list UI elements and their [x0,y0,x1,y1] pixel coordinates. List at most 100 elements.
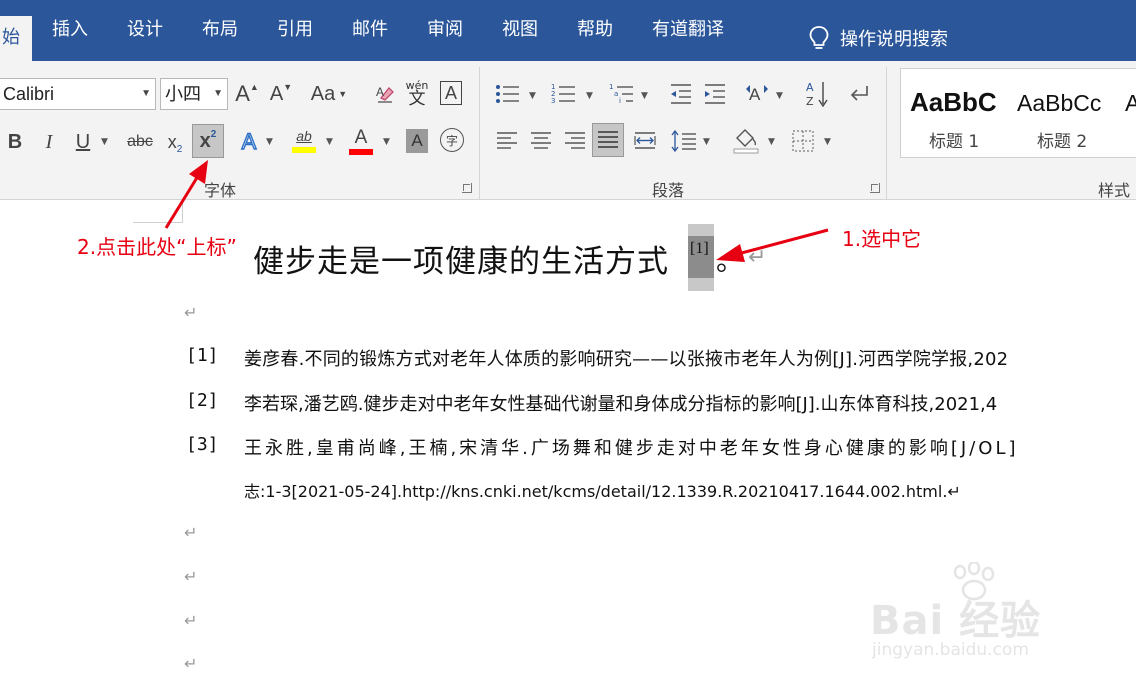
svg-text:3: 3 [551,97,555,105]
style-sample: AaBbC [910,87,997,117]
reference-text[interactable]: 李若琛,潘艺鸥.健步走对中老年女性基础代谢量和身体成分指标的影响[J].山东体育… [244,390,997,416]
tab-references[interactable]: 引用 [277,14,313,46]
subscript-icon: x [167,131,177,152]
grow-font-icon: A [235,81,250,106]
numbered-list-icon: 123 [551,83,575,105]
sort-button[interactable]: AZ [806,79,830,109]
group-label-paragraph: 段落 [652,181,685,200]
chevron-down-icon[interactable]: ▼ [768,137,775,147]
chevron-down-icon[interactable]: ▼ [641,91,648,101]
change-case-icon: Aa [310,82,336,105]
tab-view[interactable]: 视图 [502,14,538,46]
font-dialog-launcher-icon[interactable] [462,183,472,193]
paragraph-return-mark: ↵ [184,567,198,586]
chinese-layout-button[interactable]: A [744,81,770,107]
chevron-down-icon[interactable]: ▼ [266,137,273,147]
chevron-down-icon[interactable]: ▼ [101,137,108,147]
italic-icon: I [45,130,53,153]
style-title[interactable]: A [1123,69,1136,157]
enclose-characters-icon: 字 [445,133,458,148]
decrease-indent-button[interactable] [668,81,694,107]
chevron-down-icon[interactable]: ▼ [824,137,831,147]
heading-text[interactable]: 健步走是一项健康的生活方式 [253,236,669,281]
multilevel-list-button[interactable]: 1ai [608,81,636,107]
character-border-button[interactable]: A [440,81,462,105]
paragraph-dialog-launcher-icon[interactable] [870,183,880,193]
phonetic-guide-button[interactable]: wén 文 [404,77,430,111]
tab-insert[interactable]: 插入 [52,14,88,46]
chevron-down-icon[interactable]: ▼ [703,137,710,147]
bullet-list-icon [496,85,519,103]
shrink-font-button[interactable]: A ▼ [268,79,294,109]
tab-help[interactable]: 帮助 [577,14,613,46]
chevron-down-icon[interactable]: ▼ [776,91,783,101]
sort-az-icon: AZ [806,81,828,108]
align-left-icon [497,132,517,149]
font-size-value: 小四 [165,84,201,104]
change-case-button[interactable]: Aa ▼ [308,79,350,109]
character-border-icon: A [444,82,457,103]
tab-home[interactable]: 始 [0,16,32,61]
lightbulb-icon [809,26,829,49]
caret-up-icon: ▲ [249,82,259,92]
subscript-button[interactable]: x2 [162,127,188,157]
svg-text:1: 1 [609,83,613,91]
shading-button[interactable] [732,125,760,155]
annotation-step-2: 2.点击此处“上标” [77,235,237,259]
reference-text[interactable]: 王永胜,皇甫尚峰,王楠,宋清华.广场舞和健步走对中老年女性身心健康的影响[J/O… [244,434,1019,460]
style-heading-1[interactable]: AaBbC 标题 1 [907,69,1011,157]
chevron-down-icon[interactable]: ▼ [383,137,390,147]
font-color-button[interactable]: A [348,125,374,157]
font-size-combo[interactable]: 小四 ▼ [160,78,228,110]
chevron-down-icon[interactable]: ▼ [141,79,151,109]
grow-font-button[interactable]: A ▲ [234,79,260,109]
text-effects-button[interactable]: A [236,127,262,157]
italic-button[interactable]: I [36,127,62,157]
reference-text[interactable]: 姜彦春.不同的锻炼方式对老年人体质的影响研究——以张掖市老年人为例[J].河西学… [244,345,1008,371]
align-center-button[interactable] [528,127,554,155]
heading-period: 。 [716,244,745,277]
underline-button[interactable]: U [70,127,96,157]
borders-button[interactable] [790,127,816,155]
decrease-indent-icon [671,84,691,104]
citation-mark[interactable]: [1] [690,240,709,258]
superscript-button[interactable]: x2 [192,124,224,158]
tab-design[interactable]: 设计 [127,14,163,46]
bullets-button[interactable] [494,81,522,107]
reference-text-continued[interactable]: 志:1-3[2021-05-24].http://kns.cnki.net/kc… [244,478,961,502]
increase-indent-button[interactable] [702,81,728,107]
subscript-mark: 2 [176,143,183,155]
align-left-button[interactable] [494,127,520,155]
tab-review[interactable]: 审阅 [427,14,463,46]
strikethrough-button[interactable]: abc [124,127,156,157]
font-color-swatch [349,148,373,155]
svg-text:Z: Z [806,95,814,108]
chevron-down-icon[interactable]: ▼ [326,137,333,147]
tab-youdao-translate[interactable]: 有道翻译 [652,14,724,46]
character-shading-button[interactable]: A [406,129,428,153]
highlight-color-button[interactable]: ab [290,125,318,157]
chevron-down-icon[interactable]: ▼ [213,79,223,109]
numbering-button[interactable]: 123 [550,81,578,107]
bold-button[interactable]: B [2,127,28,157]
distributed-button[interactable] [632,127,658,155]
tab-layout[interactable]: 布局 [202,14,238,46]
paragraph-return-mark: ↵ [184,303,198,322]
align-right-button[interactable] [562,127,588,155]
tell-me-search[interactable]: 操作说明搜索 [808,20,948,56]
line-spacing-button[interactable] [670,127,698,155]
reference-number: [1] [186,345,219,366]
clear-formatting-button[interactable]: A [372,81,398,107]
enclose-characters-button[interactable]: 字 [440,128,464,152]
svg-text:A: A [806,81,814,94]
watermark-url: jingyan.baidu.com [872,640,1029,660]
justify-button[interactable] [592,123,624,157]
svg-text:A: A [749,85,761,104]
tab-mailings[interactable]: 邮件 [352,14,388,46]
paragraph-return-mark: ↵ [184,611,198,630]
show-marks-button[interactable] [846,81,872,107]
font-name-combo[interactable]: Calibri ▼ [0,78,156,110]
chevron-down-icon[interactable]: ▼ [586,91,593,101]
style-heading-2[interactable]: AaBbCc 标题 2 [1015,69,1125,157]
chevron-down-icon[interactable]: ▼ [529,91,536,101]
